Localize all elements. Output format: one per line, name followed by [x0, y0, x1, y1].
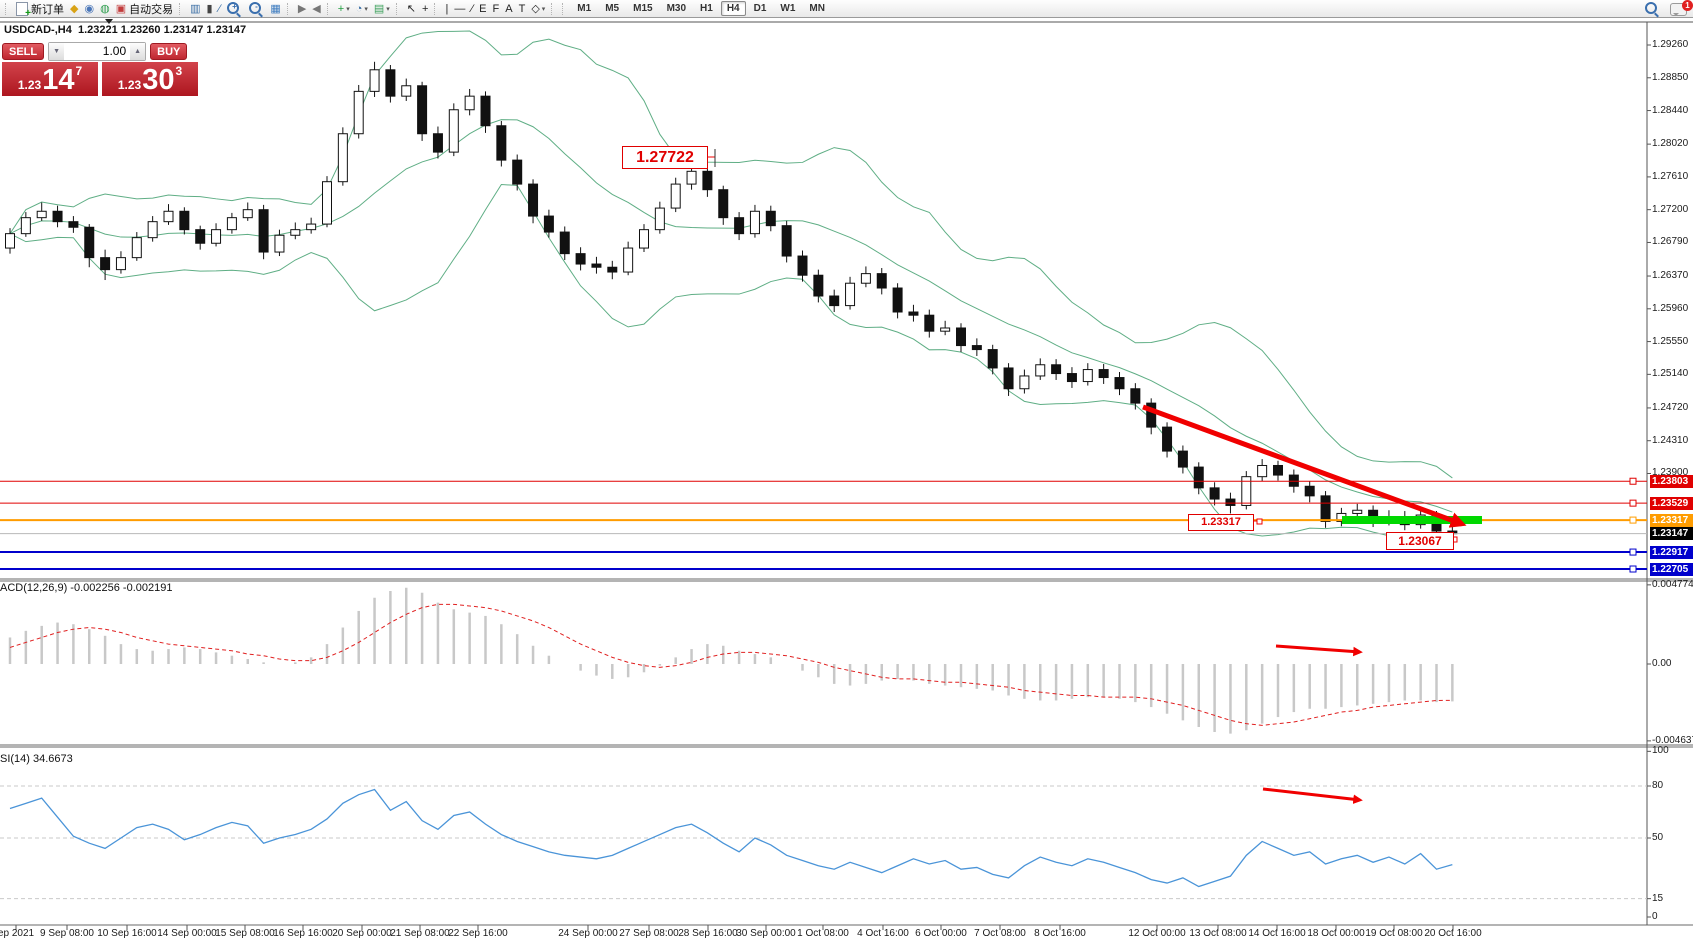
macd-indicator-label: ACD(12,26,9) -0.002256 -0.002191 — [0, 582, 172, 594]
date-label: ep 2021 — [0, 928, 34, 939]
price-axis-chip: 1.23529 — [1650, 497, 1693, 510]
date-label: 27 Sep 08:00 — [619, 928, 679, 939]
macd-panel — [10, 588, 1452, 734]
date-label: 28 Sep 16:00 — [678, 928, 738, 939]
tick-label: 0.004774 — [1652, 579, 1693, 590]
price-annotation[interactable]: 1.23317 — [1188, 514, 1254, 531]
date-label: 20 Sep 00:00 — [332, 928, 392, 939]
date-label: 6 Oct 00:00 — [915, 928, 967, 939]
one-click-collapse-arrow[interactable] — [105, 19, 113, 28]
price-axis-chip: 1.22705 — [1650, 563, 1693, 576]
price-annotation[interactable]: 1.23067 — [1386, 532, 1454, 550]
volume-up-icon[interactable]: ▲ — [130, 43, 145, 60]
sell-price-main: 14 — [42, 66, 74, 95]
tick-label: 1.28440 — [1652, 105, 1688, 116]
date-label: 22 Sep 16:00 — [448, 928, 508, 939]
tick-label: 1.27610 — [1652, 171, 1688, 182]
tick-label: 100 — [1652, 745, 1669, 756]
tick-label: 0.00 — [1652, 658, 1671, 669]
tick-label: 1.28020 — [1652, 138, 1688, 149]
date-label: 7 Oct 08:00 — [974, 928, 1026, 939]
volume-stepper[interactable]: ▼ ▲ — [48, 42, 146, 61]
date-label: 12 Oct 00:00 — [1128, 928, 1185, 939]
date-label: 13 Oct 08:00 — [1189, 928, 1246, 939]
date-label: 9 Sep 08:00 — [40, 928, 94, 939]
tick-label: 50 — [1652, 832, 1663, 843]
tick-label: 0 — [1652, 911, 1658, 922]
tick-label: 1.29260 — [1652, 39, 1688, 50]
buy-price-box[interactable]: 1.23 30 3 — [102, 62, 198, 96]
sell-price-pip: 7 — [75, 64, 82, 78]
date-label: 24 Sep 00:00 — [558, 928, 618, 939]
date-label: 15 Sep 08:00 — [215, 928, 275, 939]
date-label: 14 Sep 00:00 — [157, 928, 217, 939]
price-axis-chip: 1.22917 — [1650, 546, 1693, 559]
tick-label: 1.24720 — [1652, 402, 1688, 413]
one-click-trading-panel: SELL ▼ ▲ BUY 1.23 14 7 1.23 30 3 — [2, 41, 198, 97]
date-label: 10 Sep 16:00 — [97, 928, 157, 939]
chart-info-line: USDCAD-,H4 1.23221 1.23260 1.23147 1.231… — [4, 24, 246, 36]
rsi-panel — [0, 786, 1647, 899]
volume-input[interactable] — [64, 43, 130, 60]
tick-label: 1.26370 — [1652, 270, 1688, 281]
tick-label: 1.24310 — [1652, 435, 1688, 446]
price-annotation[interactable]: 1.27722 — [622, 146, 708, 169]
date-label: 4 Oct 16:00 — [857, 928, 909, 939]
axis-ticks — [16, 45, 1651, 930]
date-label: 30 Sep 00:00 — [736, 928, 796, 939]
volume-down-icon[interactable]: ▼ — [49, 43, 64, 60]
tick-label: 1.25550 — [1652, 336, 1688, 347]
date-label: 1 Oct 08:00 — [797, 928, 849, 939]
date-label: 14 Oct 16:00 — [1248, 928, 1305, 939]
price-axis-chip: 1.23147 — [1650, 527, 1693, 540]
sell-price-box[interactable]: 1.23 14 7 — [2, 62, 98, 96]
buy-price-pip: 3 — [175, 64, 182, 78]
date-label: 16 Sep 16:00 — [273, 928, 333, 939]
buy-price-main: 30 — [142, 66, 174, 95]
date-label: 21 Sep 08:00 — [390, 928, 450, 939]
chart-frame — [0, 22, 1693, 925]
buy-button[interactable]: BUY — [150, 43, 187, 60]
date-label: 19 Oct 08:00 — [1365, 928, 1422, 939]
rsi-indicator-label: SI(14) 34.6673 — [0, 753, 73, 765]
tick-label: 80 — [1652, 780, 1663, 791]
annotations-layer — [706, 149, 1482, 800]
tick-label: 1.25960 — [1652, 303, 1688, 314]
tick-label: 1.26790 — [1652, 236, 1688, 247]
tick-label: 1.25140 — [1652, 368, 1688, 379]
sell-price-prefix: 1.23 — [18, 78, 41, 92]
date-label: 8 Oct 16:00 — [1034, 928, 1086, 939]
bollinger-bands — [10, 31, 1452, 546]
price-axis-chip: 1.23803 — [1650, 475, 1693, 488]
date-label: 18 Oct 00:00 — [1307, 928, 1364, 939]
candles-layer — [6, 62, 1457, 540]
tick-label: 1.28850 — [1652, 72, 1688, 83]
price-axis-chip: 1.23317 — [1650, 514, 1693, 527]
chart-canvas[interactable] — [0, 0, 1693, 940]
sell-button[interactable]: SELL — [2, 43, 44, 60]
tick-label: 1.27200 — [1652, 204, 1688, 215]
buy-price-prefix: 1.23 — [118, 78, 141, 92]
trading-app: +新订单◆◉◍▣自动交易▥▮∕+-▦▶◀+▾◔▾▤▾↖+|—∕EFAT◇▾M1M… — [0, 0, 1693, 940]
tick-label: 15 — [1652, 893, 1663, 904]
tick-label: -0.004637 — [1652, 735, 1693, 746]
date-label: 20 Oct 16:00 — [1424, 928, 1481, 939]
